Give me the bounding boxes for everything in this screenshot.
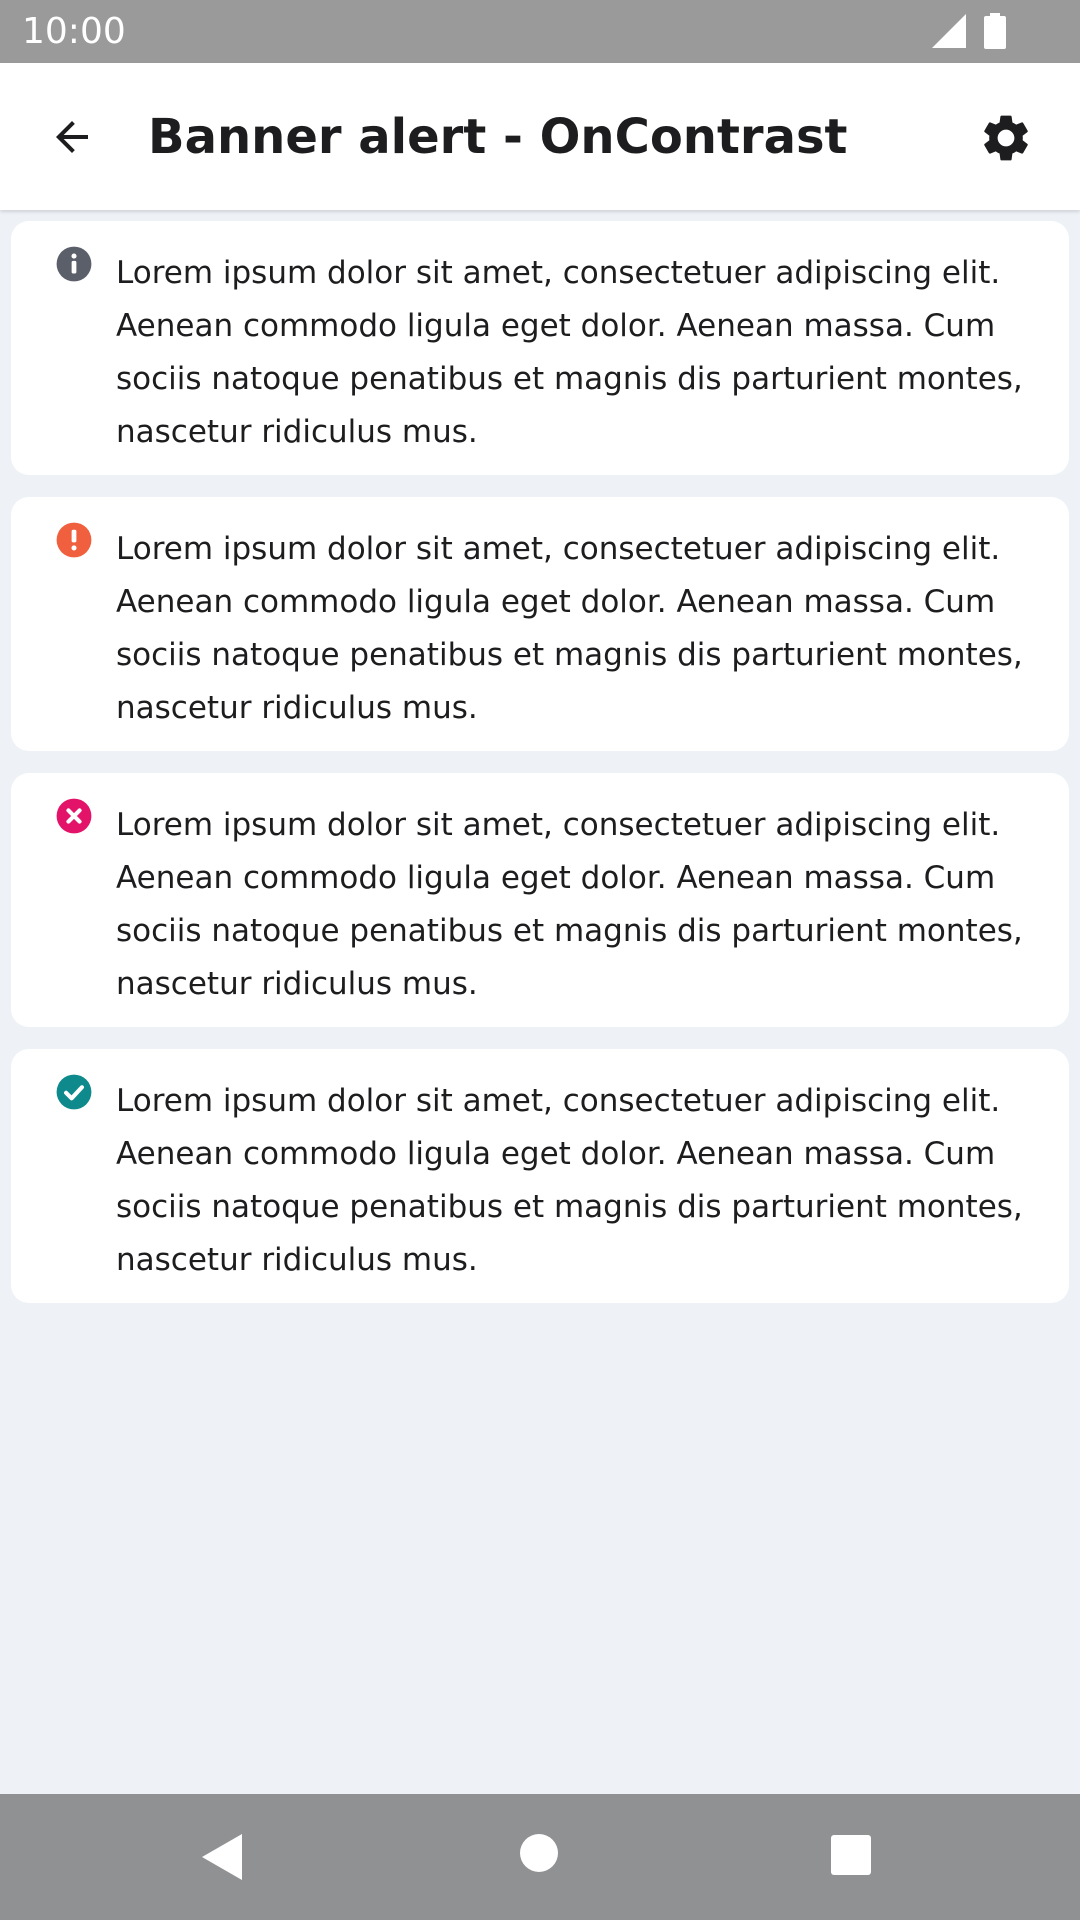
banner-warning: Lorem ipsum dolor sit amet, consectetuer…	[11, 497, 1069, 751]
nav-back-icon[interactable]	[200, 1834, 244, 1880]
system-nav-bar	[0, 1794, 1080, 1920]
check-circle-icon	[56, 1074, 92, 1110]
arrow-left-icon	[56, 121, 88, 153]
banner-text: Lorem ipsum dolor sit amet, consectetuer…	[116, 807, 1023, 1002]
battery-icon	[984, 13, 1006, 49]
app-bar: Banner alert - OnContrast	[0, 63, 1080, 210]
nav-home-icon[interactable]	[518, 1832, 560, 1874]
banner-text: Lorem ipsum dolor sit amet, consectetuer…	[116, 255, 1023, 450]
banner-error: Lorem ipsum dolor sit amet, consectetuer…	[11, 773, 1069, 1027]
banner-info: Lorem ipsum dolor sit amet, consectetuer…	[11, 221, 1069, 475]
info-icon	[56, 246, 92, 282]
status-bar: 10:00	[0, 0, 1080, 63]
gear-icon	[984, 115, 1028, 161]
status-time: 10:00	[22, 11, 126, 52]
page-title: Banner alert - OnContrast	[148, 109, 848, 165]
banner-text: Lorem ipsum dolor sit amet, consectetuer…	[116, 1083, 1023, 1278]
back-button[interactable]	[36, 101, 108, 173]
nav-recents-icon[interactable]	[830, 1834, 872, 1876]
banner-list: Lorem ipsum dolor sit amet, consectetuer…	[0, 210, 1080, 1794]
error-icon	[56, 798, 92, 834]
signal-icon	[932, 14, 966, 48]
banner-success: Lorem ipsum dolor sit amet, consectetuer…	[11, 1049, 1069, 1303]
settings-button[interactable]	[970, 102, 1042, 174]
banner-text: Lorem ipsum dolor sit amet, consectetuer…	[116, 531, 1023, 726]
warning-icon	[56, 522, 92, 558]
